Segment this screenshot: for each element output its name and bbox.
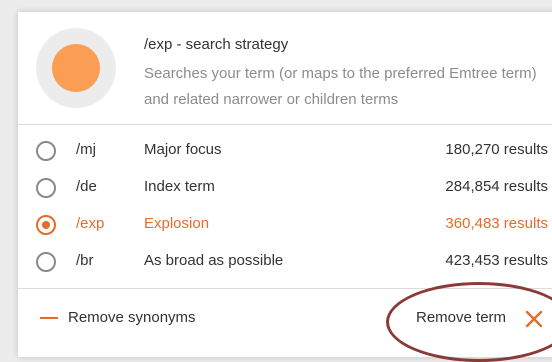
option-count: 284,854 results xyxy=(445,178,548,195)
option-br[interactable]: /br As broad as possible 423,453 results xyxy=(18,246,552,283)
remove-term-button[interactable]: Remove term xyxy=(416,308,552,332)
option-count: 423,453 results xyxy=(445,252,548,269)
strategy-header: /exp - search strategy Searches your ter… xyxy=(18,12,552,124)
option-code: /mj xyxy=(76,141,96,158)
option-label: Index term xyxy=(144,178,215,195)
option-code: /de xyxy=(76,178,97,195)
option-code: /br xyxy=(76,252,94,269)
strategy-title: /exp - search strategy xyxy=(144,36,289,53)
radio-mj[interactable] xyxy=(36,141,56,161)
minus-icon xyxy=(40,317,58,319)
close-icon[interactable] xyxy=(524,309,544,329)
option-label: Explosion xyxy=(144,215,210,232)
option-exp[interactable]: /exp Explosion 360,483 results xyxy=(18,209,552,246)
radio-exp[interactable] xyxy=(36,215,56,235)
option-count: 180,270 results xyxy=(445,141,548,158)
remove-synonyms-label: Remove synonyms xyxy=(68,309,196,326)
divider xyxy=(18,124,552,125)
strategy-options: /mj Major focus 180,270 results /de Inde… xyxy=(18,135,552,283)
option-label: Major focus xyxy=(144,141,222,158)
option-code: /exp xyxy=(76,215,105,232)
option-count: 360,483 results xyxy=(445,215,548,232)
search-strategy-icon-dot xyxy=(52,44,100,92)
search-strategy-icon xyxy=(36,28,116,108)
radio-br[interactable] xyxy=(36,252,56,272)
option-label: As broad as possible xyxy=(144,252,284,269)
strategy-description: Searches your term (or maps to the prefe… xyxy=(144,65,537,108)
remove-term-label: Remove term xyxy=(416,309,507,326)
radio-de[interactable] xyxy=(36,178,56,198)
divider xyxy=(18,288,552,289)
option-de[interactable]: /de Index term 284,854 results xyxy=(18,172,552,209)
radio-selected-dot xyxy=(42,221,50,229)
search-strategy-panel: /exp - search strategy Searches your ter… xyxy=(18,12,552,357)
option-mj[interactable]: /mj Major focus 180,270 results xyxy=(18,135,552,172)
